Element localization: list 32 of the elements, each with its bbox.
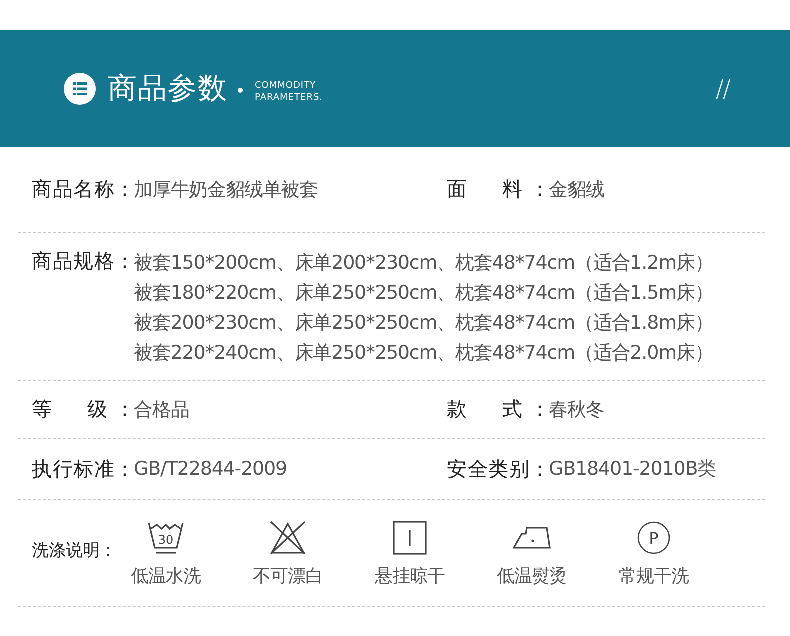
care-label: 悬挂晾干 [375, 565, 445, 588]
spec-line: 被套180*220cm、床单250*250cm、枕套48*74cm（适合1.5m床） [134, 281, 714, 306]
care-label: 不可漂白 [253, 565, 323, 588]
circle-letter-icon: P [637, 521, 671, 555]
field-value: GB/T22844-2009 [134, 458, 288, 480]
field-label: 洗涤说明： [32, 540, 117, 563]
separator-dot [238, 88, 243, 93]
field-value: 金貂绒 [549, 178, 604, 202]
field-label: 商品名称： [32, 176, 134, 203]
field-label: 安全类别： [447, 456, 549, 482]
care-label: 低温熨烫 [497, 565, 567, 588]
field-value: 春秋冬 [549, 398, 604, 422]
field-label: 款 式： [447, 396, 549, 423]
list-icon [64, 72, 96, 104]
field-label: 商品规格： [32, 248, 134, 275]
spec-line: 被套220*240cm、床单250*250cm、枕套48*74cm（适合2.0m床） [134, 341, 714, 366]
care-label: 低温水洗 [131, 565, 201, 588]
field-value: GB18401-2010B类 [549, 457, 716, 482]
field-value: 加厚牛奶金貂绒单被套 [134, 178, 318, 202]
crossed-triangle-icon [269, 520, 307, 556]
section-subtitle: COMMODITY [255, 80, 318, 92]
section-subtitle: PARAMETERS. [255, 92, 324, 104]
spec-line: 被套200*230cm、床单250*250cm、枕套48*74cm（适合1.8m床） [134, 311, 714, 336]
iron-icon [513, 526, 551, 550]
care-label: 常规干洗 [619, 565, 689, 588]
decorative-slashes: // [716, 74, 730, 102]
field-label: 执行标准： [32, 456, 134, 482]
field-label: 面 料： [447, 176, 549, 203]
field-value: 合格品 [134, 398, 190, 422]
spec-line: 被套150*200cm、床单200*230cm、枕套48*74cm（适合1.2m床） [134, 251, 714, 276]
field-label: 等 级： [32, 396, 134, 423]
section-title: 商品参数 [108, 70, 228, 106]
